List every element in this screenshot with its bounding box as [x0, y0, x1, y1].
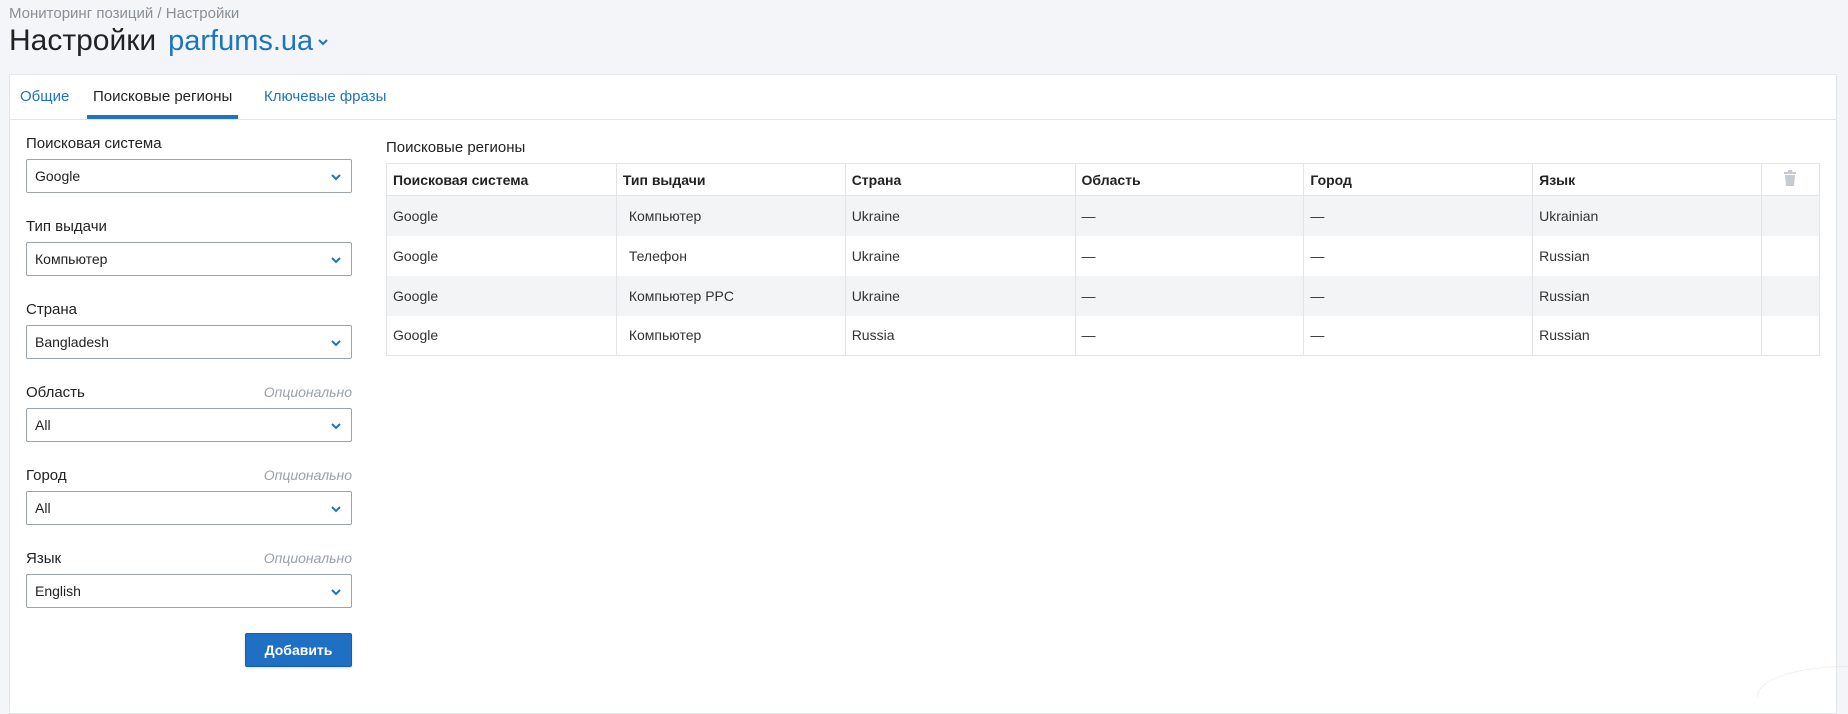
country-select[interactable]: Bangladesh — [26, 325, 352, 359]
language-select[interactable]: English — [26, 574, 352, 608]
table-cell-actions — [1760, 275, 1820, 316]
chevron-down-icon — [318, 39, 328, 46]
table-cell: Google — [386, 235, 617, 276]
breadcrumb: Мониторинг позиций / Настройки — [9, 5, 240, 22]
tab-bar: Общие Поисковые регионы Ключевые фразы — [10, 75, 1836, 120]
chevron-down-icon — [331, 506, 341, 513]
column-header: Язык — [1532, 163, 1762, 196]
column-header: Город — [1303, 163, 1533, 196]
page-header: Настройки parfums.ua — [9, 24, 329, 64]
search-engine-select[interactable]: Google — [26, 159, 352, 193]
column-header: Поисковая система — [386, 163, 617, 196]
country-label: Страна — [26, 301, 78, 318]
search-engine-field: Поисковая система Google — [26, 135, 352, 193]
city-select[interactable]: All — [26, 491, 352, 525]
chevron-down-icon — [331, 423, 341, 430]
table-cell: Russian — [1532, 235, 1762, 276]
result-type-label: Тип выдачи — [26, 218, 107, 235]
table-row: Google Телефон Ukraine — — Russian — [386, 235, 1820, 276]
table-cell-actions — [1760, 195, 1820, 236]
city-value: All — [35, 500, 51, 516]
project-name: parfums.ua — [168, 25, 314, 57]
table-cell: Russian — [1532, 315, 1762, 356]
table-row: Google Компьютер Russia — — Russian — [386, 315, 1820, 356]
trash-icon[interactable] — [1783, 170, 1797, 186]
chevron-down-icon — [331, 257, 341, 264]
country-value: Bangladesh — [35, 334, 109, 350]
table-cell: Ukraine — [844, 235, 1075, 276]
table-cell: Телефон — [615, 235, 846, 276]
regions-table: Поисковая система Тип выдачи Страна Обла… — [386, 163, 1820, 356]
page-title: Настройки — [9, 24, 157, 57]
table-row: Google Компьютер Ukraine — — Ukrainian — [386, 195, 1820, 236]
table-cell: — — [1074, 195, 1304, 236]
table-cell: — — [1074, 315, 1304, 356]
table-cell: — — [1303, 235, 1533, 276]
result-type-value: Компьютер — [35, 251, 108, 267]
language-field: Язык Опционально English — [26, 550, 352, 608]
table-cell: Google — [386, 315, 617, 356]
table-cell: Ukraine — [844, 195, 1075, 236]
table-cell: Ukraine — [844, 275, 1075, 316]
column-header: Страна — [844, 163, 1075, 196]
table-cell: Russian — [1532, 275, 1762, 316]
tab-search-regions[interactable]: Поисковые регионы — [87, 75, 239, 119]
project-selector[interactable]: parfums.ua — [168, 25, 329, 58]
chevron-down-icon — [331, 174, 341, 181]
table-cell: Компьютер PPC — [615, 275, 846, 316]
table-cell: — — [1303, 315, 1533, 356]
city-field: Город Опционально All — [26, 467, 352, 525]
regions-title: Поисковые регионы — [386, 139, 526, 156]
table-cell: Компьютер — [615, 315, 846, 356]
search-engine-value: Google — [35, 168, 81, 184]
table-cell: — — [1303, 275, 1533, 316]
table-cell: Google — [386, 195, 617, 236]
delete-column-header — [1760, 163, 1820, 196]
region-field: Область Опционально All — [26, 384, 352, 442]
country-field: Страна Bangladesh — [26, 301, 352, 359]
city-optional-hint: Опционально — [263, 467, 352, 483]
region-optional-hint: Опционально — [263, 384, 352, 400]
result-type-select[interactable]: Компьютер — [26, 242, 352, 276]
tab-general[interactable]: Общие — [20, 75, 69, 119]
table-cell: Компьютер — [615, 195, 846, 236]
settings-card: Общие Поисковые регионы Ключевые фразы П… — [9, 74, 1837, 714]
region-select[interactable]: All — [26, 408, 352, 442]
add-button[interactable]: Добавить — [245, 633, 352, 667]
table-row: Google Компьютер PPC Ukraine — — Russian — [386, 275, 1820, 316]
table-cell: — — [1074, 275, 1304, 316]
table-cell-actions — [1760, 235, 1820, 276]
tab-keywords[interactable]: Ключевые фразы — [264, 75, 386, 119]
table-cell: — — [1074, 235, 1304, 276]
table-header-row: Поисковая система Тип выдачи Страна Обла… — [386, 163, 1820, 196]
table-cell: Russia — [844, 315, 1075, 356]
language-optional-hint: Опционально — [263, 550, 352, 566]
table-cell: Google — [386, 275, 617, 316]
table-cell: Ukrainian — [1532, 195, 1762, 236]
table-cell-actions — [1760, 315, 1820, 356]
result-type-field: Тип выдачи Компьютер — [26, 218, 352, 276]
chevron-down-icon — [331, 589, 341, 596]
region-value: All — [35, 417, 51, 433]
search-engine-label: Поисковая система — [26, 135, 162, 152]
language-value: English — [35, 583, 81, 599]
column-header: Тип выдачи — [615, 163, 846, 196]
table-cell: — — [1303, 195, 1533, 236]
column-header: Область — [1074, 163, 1304, 196]
chevron-down-icon — [331, 340, 341, 347]
